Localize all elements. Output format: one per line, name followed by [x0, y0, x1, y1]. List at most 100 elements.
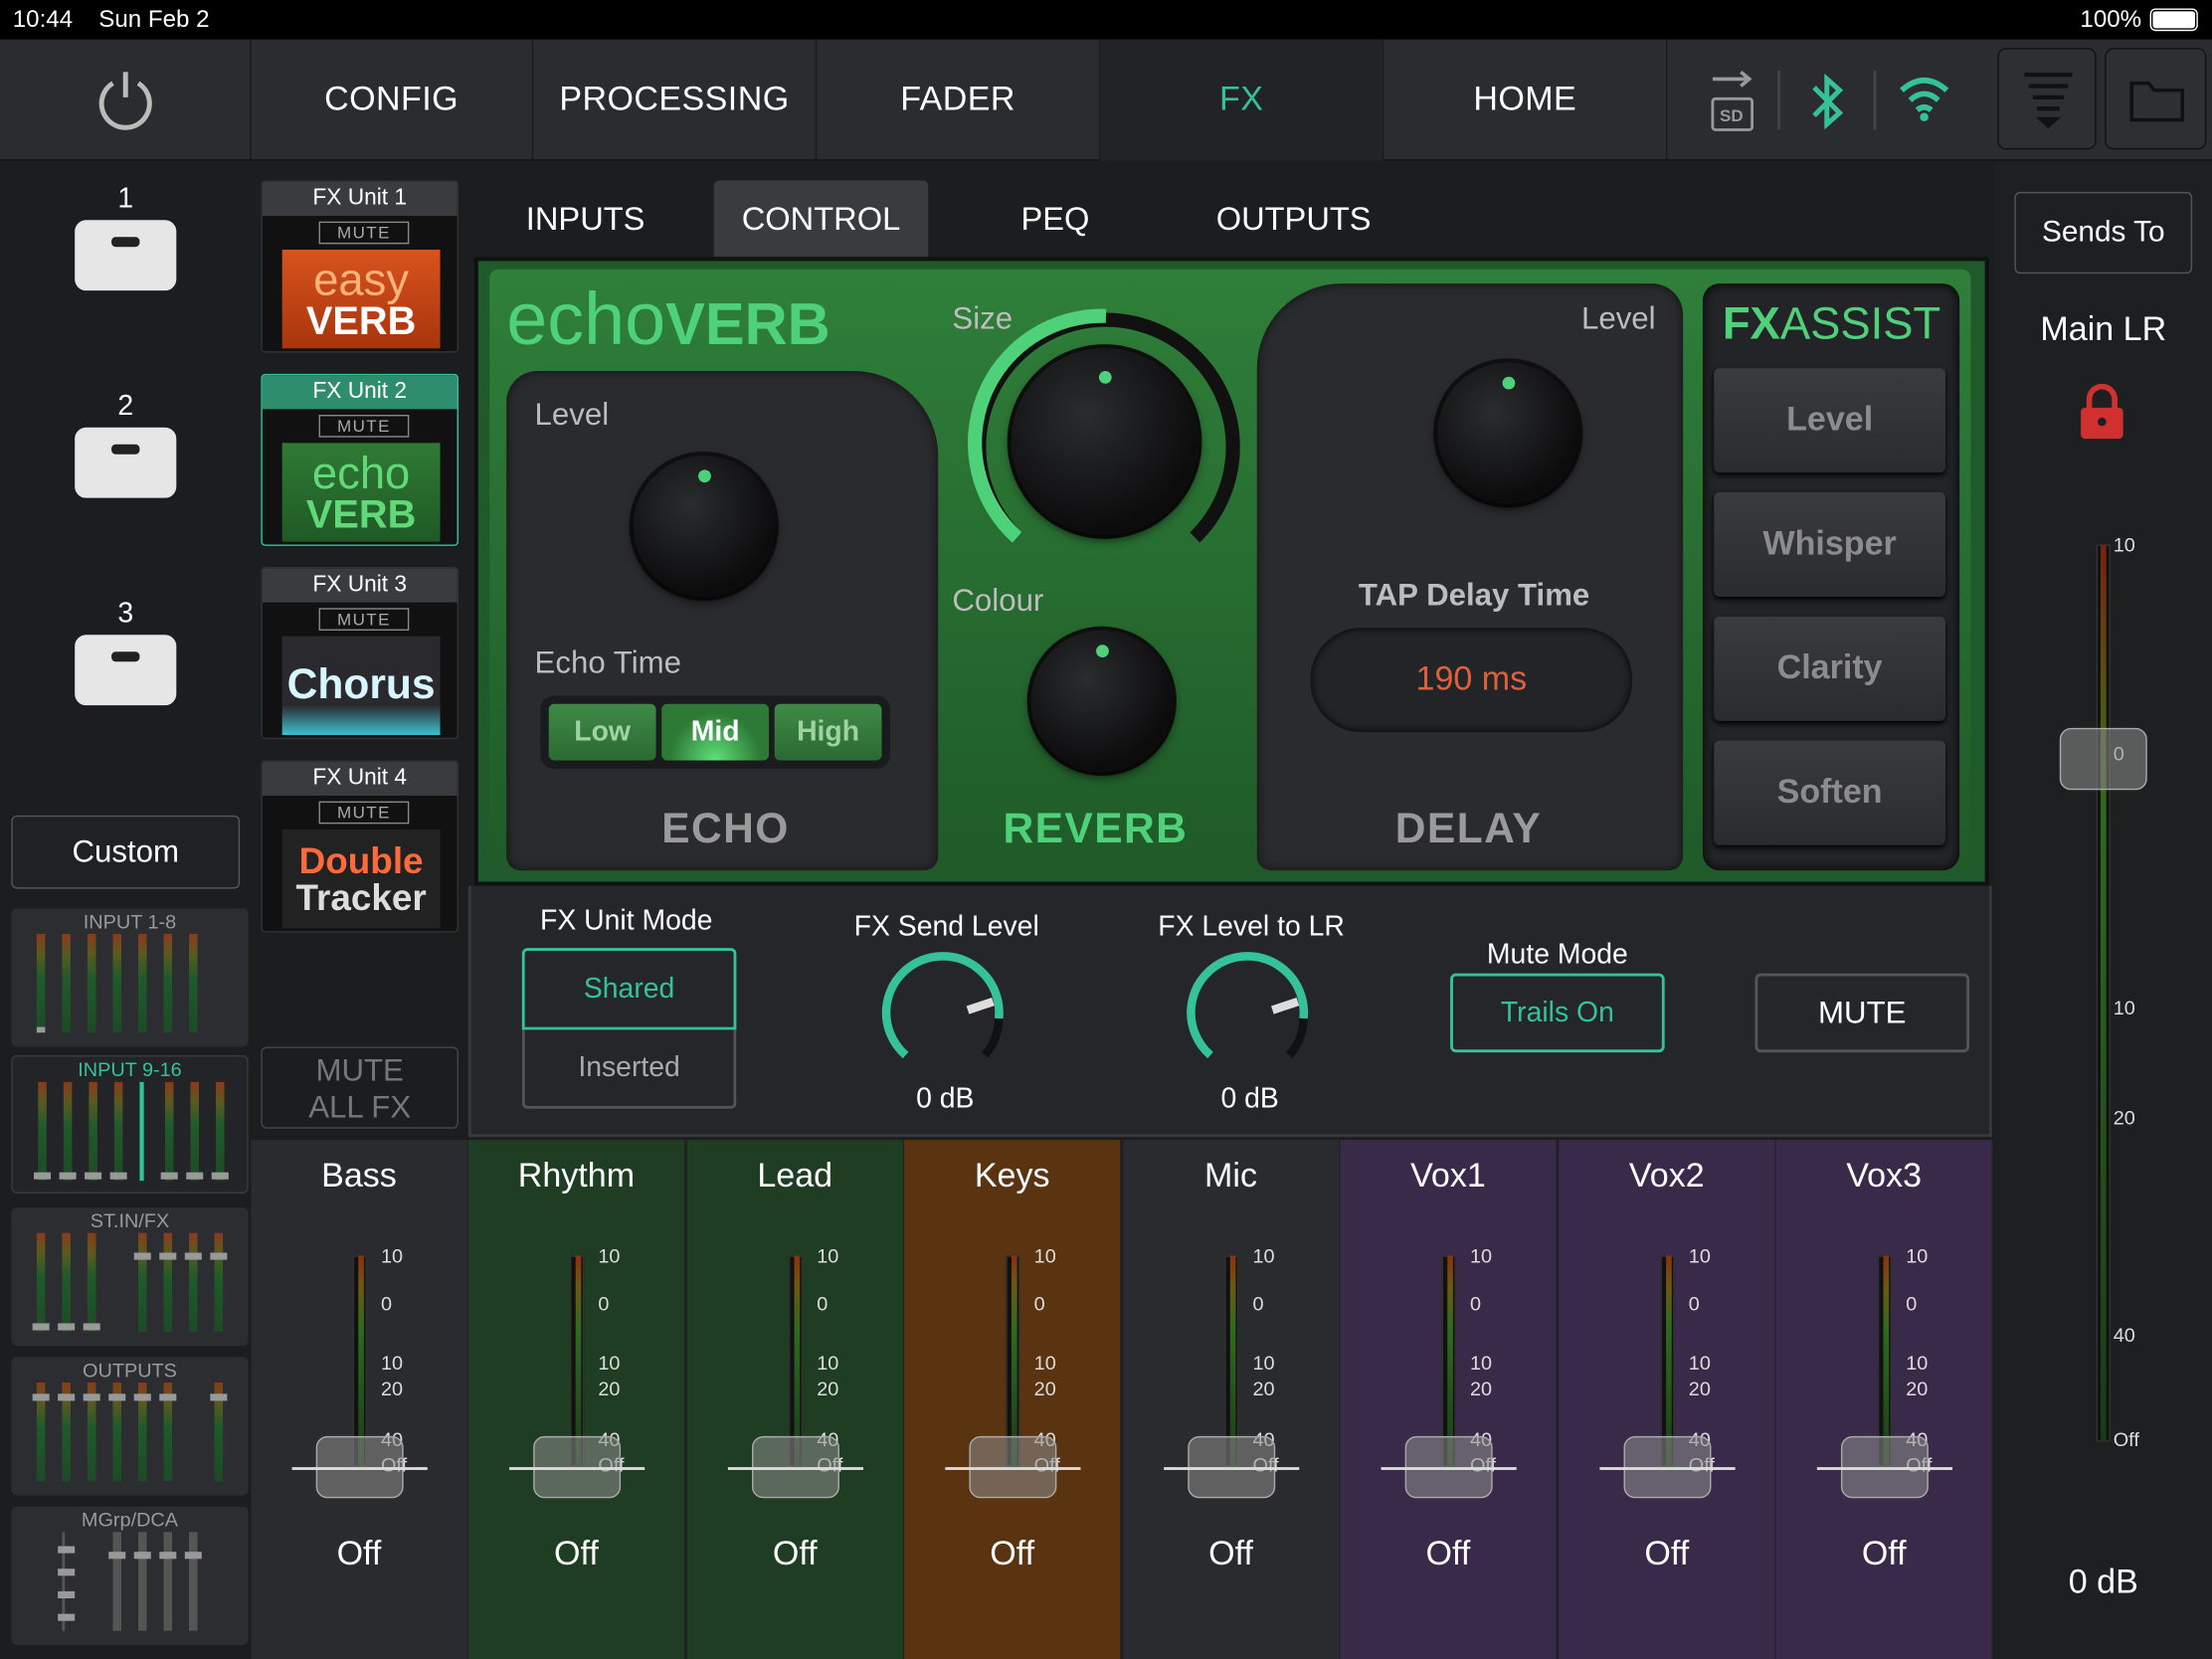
channel-value: Off [1208, 1535, 1253, 1573]
scenes-menu-button[interactable] [1997, 48, 2097, 150]
power-button[interactable] [0, 39, 252, 161]
nav-home[interactable]: HOME [1383, 39, 1668, 161]
bank-mgrp-dca[interactable]: MGrp/DCA [11, 1506, 249, 1645]
scale-mark: 20 [817, 1377, 839, 1400]
tab-inputs[interactable]: INPUTS [491, 181, 680, 258]
channel-name[interactable]: Vox2 [1559, 1157, 1774, 1197]
scale-mark: 10 [2113, 996, 2135, 1019]
echo-section [506, 371, 939, 871]
dca-key-2[interactable] [75, 427, 177, 498]
mute-mode-button[interactable]: Trails On [1450, 973, 1665, 1053]
fx-mute-button[interactable]: MUTE [1754, 973, 1970, 1053]
echo-time-high[interactable]: High [774, 703, 882, 761]
app-root: 10:44 Sun Feb 2 100% CONFIG PROCESSING F… [0, 0, 2212, 1659]
channel-fader-cap[interactable] [1164, 1435, 1300, 1499]
lock-icon[interactable] [2077, 383, 2127, 441]
level-to-lr-knob[interactable] [1180, 945, 1321, 1086]
channel-fader-cap[interactable] [1816, 1435, 1953, 1499]
scale-mark: 20 [598, 1377, 621, 1400]
nav-config[interactable]: CONFIG [251, 39, 534, 161]
logo-text-bottom: VERB [305, 298, 417, 343]
logo-echo: echo [506, 278, 666, 362]
main-fader-cap[interactable] [2059, 727, 2147, 791]
bank-stin-fx[interactable]: ST.IN/FX [11, 1207, 249, 1347]
delay-level-knob[interactable] [1437, 362, 1579, 504]
fx-unit-1[interactable]: FX Unit 1 MUTE easy VERB [261, 180, 459, 353]
echo-time-mid[interactable]: Mid [661, 703, 770, 761]
fx-unit-mute[interactable]: MUTE [318, 801, 410, 825]
scale-mark: 0 [1906, 1292, 1918, 1315]
fx-unit-mute[interactable]: MUTE [318, 221, 410, 245]
scale-mark: 10 [1906, 1351, 1929, 1375]
reverb-size-knob[interactable] [1011, 348, 1198, 535]
tab-peq[interactable]: PEQ [971, 181, 1140, 258]
channel-fader-cap[interactable] [727, 1435, 864, 1499]
channel-fader-cap[interactable] [945, 1435, 1081, 1499]
bank-label: INPUT 1-8 [83, 909, 177, 933]
scale-mark: Off [2113, 1427, 2139, 1451]
fx-unit-mute[interactable]: MUTE [318, 415, 410, 438]
assist-level-button[interactable]: Level [1714, 368, 1945, 473]
fx-unit-header: FX Unit 3 [262, 568, 458, 603]
echo-level-knob[interactable] [633, 456, 775, 597]
files-button[interactable] [2105, 48, 2207, 150]
right-panel: Sends To Main LR 10 0 10 20 40 Off 0 dB [1994, 160, 2212, 1659]
scale-mark: 0 [1252, 1292, 1264, 1315]
channel-name[interactable]: Vox3 [1776, 1157, 1992, 1197]
sends-to-button[interactable]: Sends To [2014, 191, 2193, 275]
fx-unit-2[interactable]: FX Unit 2 MUTE echo VERB [261, 373, 459, 546]
channel-name[interactable]: Keys [904, 1157, 1120, 1197]
fx-tabs: INPUTS CONTROL PEQ OUTPUTS [468, 175, 1989, 258]
scale-mark: 0 [1469, 1292, 1482, 1315]
assist-soften-button[interactable]: Soften [1714, 740, 1945, 845]
scale-mark: 10 [1469, 1351, 1493, 1375]
reverb-colour-knob[interactable] [1030, 631, 1173, 772]
bank-input-9-16[interactable]: INPUT 9-16 [11, 1054, 249, 1194]
usb-sd-icon: SD [1711, 70, 1754, 131]
dca-key-1[interactable] [75, 220, 177, 291]
fx-unit-4[interactable]: FX Unit 4 MUTE Double Tracker [261, 760, 459, 933]
fx-unit-3[interactable]: FX Unit 3 MUTE Chorus [261, 567, 459, 740]
unit-mode-inserted[interactable]: Inserted [521, 1029, 737, 1109]
send-level-knob[interactable] [874, 945, 1015, 1086]
channel-name[interactable]: Lead [687, 1157, 903, 1197]
assist-whisper-button[interactable]: Whisper [1714, 492, 1945, 597]
unit-mode-shared[interactable]: Shared [521, 948, 737, 1030]
channel-fader-cap[interactable] [509, 1435, 645, 1499]
scale-mark: 0 [598, 1292, 610, 1315]
chorus-logo: Chorus [281, 636, 441, 735]
channel-fader-cap[interactable] [1599, 1435, 1736, 1499]
fx-unit-header: FX Unit 2 [262, 375, 458, 410]
assist-clarity-button[interactable]: Clarity [1714, 616, 1945, 721]
fx-assist-title: FXASSIST [1723, 297, 1940, 349]
scale-mark: 20 [2113, 1106, 2135, 1129]
unit-mode-label: FX Unit Mode [540, 905, 713, 937]
nav-fader[interactable]: FADER [817, 39, 1101, 161]
svg-text:SD: SD [1720, 106, 1744, 125]
main-value: 0 dB [2068, 1563, 2138, 1601]
channel-value: Off [1644, 1535, 1690, 1573]
channel-fader-cap[interactable] [291, 1435, 428, 1499]
bank-input-1-8[interactable]: INPUT 1-8 [11, 908, 249, 1047]
tab-control[interactable]: CONTROL [713, 180, 929, 258]
nav-processing[interactable]: PROCESSING [533, 39, 818, 161]
scale-mark: 10 [1688, 1244, 1711, 1267]
nav-fx[interactable]: FX [1100, 39, 1384, 161]
channel-name[interactable]: Vox1 [1340, 1157, 1556, 1197]
channel-fader-cap[interactable] [1381, 1435, 1517, 1499]
fx-unit-mute[interactable]: MUTE [318, 608, 410, 632]
echo-time-low[interactable]: Low [548, 703, 656, 761]
custom-button[interactable]: Custom [11, 815, 241, 889]
channel-value: Off [553, 1535, 599, 1573]
echo-title: ECHO [661, 805, 790, 852]
channel-name[interactable]: Mic [1123, 1157, 1339, 1197]
echo-time-selector: Low Mid High [540, 695, 890, 770]
mute-all-fx-button[interactable]: MUTE ALL FX [261, 1046, 459, 1129]
channel-name[interactable]: Bass [251, 1157, 466, 1197]
channel-name[interactable]: Rhythm [468, 1157, 684, 1197]
dca-key-3[interactable] [75, 635, 177, 706]
top-navigation: CONFIG PROCESSING FADER FX HOME SD [0, 39, 2212, 161]
tap-delay-button[interactable]: 190 ms [1310, 628, 1633, 733]
tab-outputs[interactable]: OUTPUTS [1188, 181, 1399, 258]
bank-outputs[interactable]: OUTPUTS [11, 1357, 249, 1496]
